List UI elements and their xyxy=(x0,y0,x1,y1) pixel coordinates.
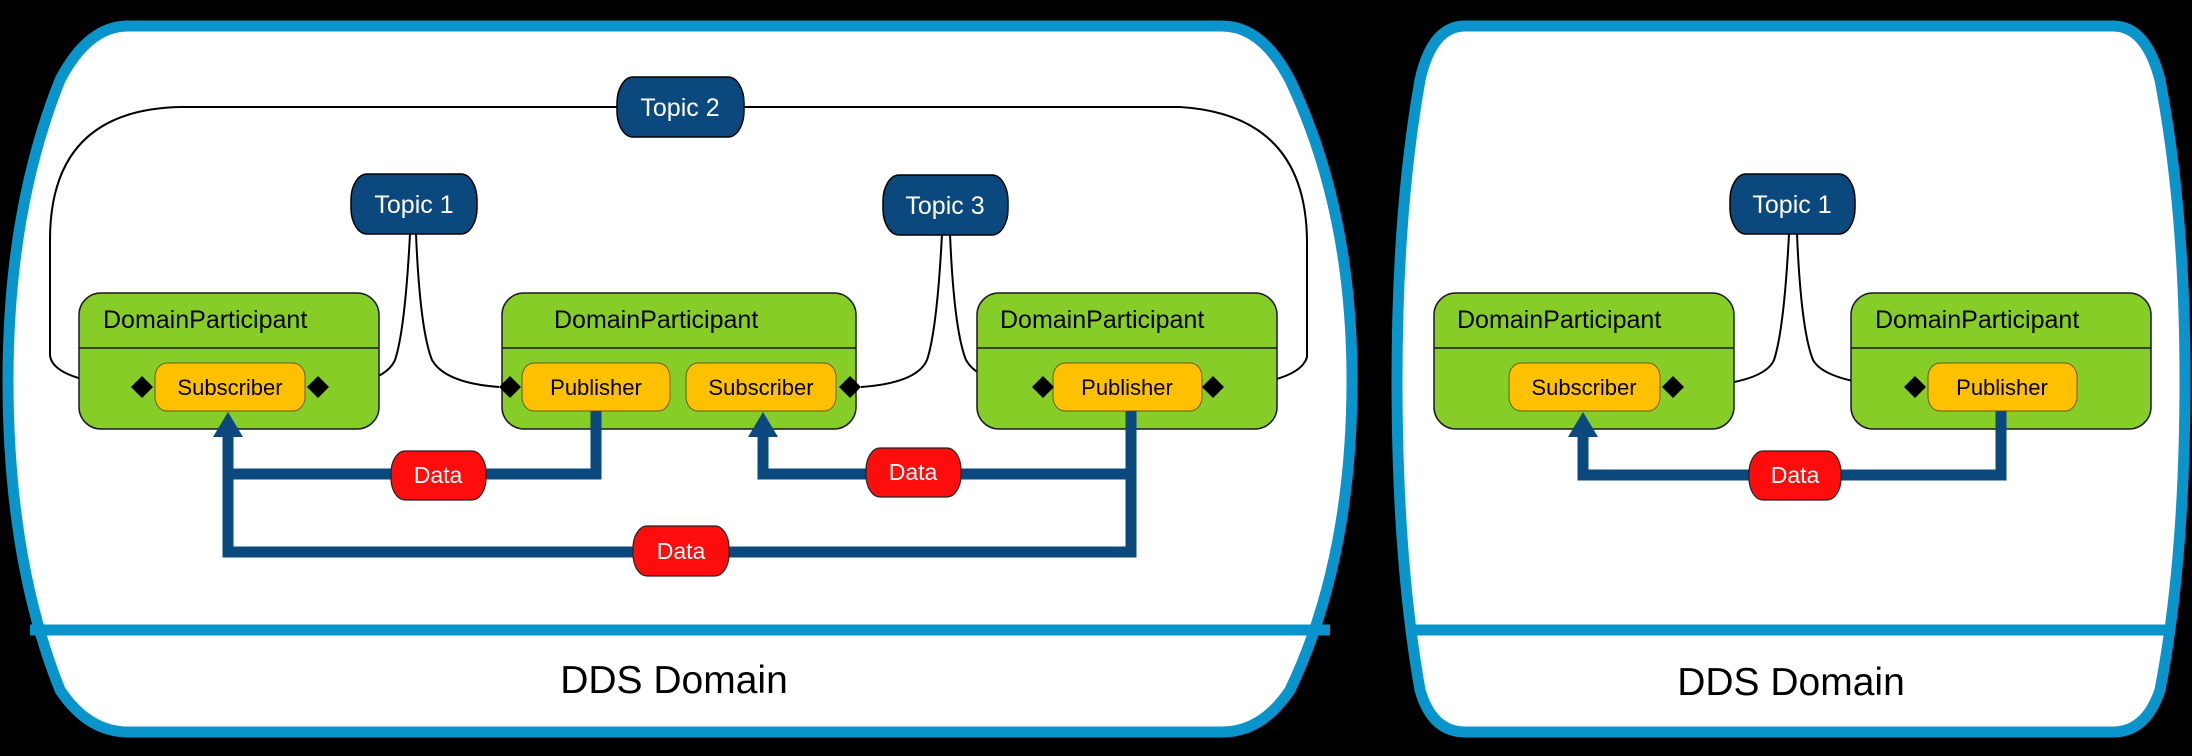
topic-2[interactable]: Topic 2 xyxy=(616,76,745,138)
subscriber-entity[interactable]: Subscriber xyxy=(685,362,837,412)
entity-label: Subscriber xyxy=(1531,375,1636,400)
subscriber-entity[interactable]: Subscriber xyxy=(154,362,306,412)
participant-title: DomainParticipant xyxy=(1457,306,1661,334)
participant-title: DomainParticipant xyxy=(1000,306,1204,334)
entity-label: Publisher xyxy=(550,375,642,400)
domain-participant-1[interactable]: DomainParticipant Subscriber xyxy=(1433,292,1735,430)
data-sample-2[interactable]: Data xyxy=(865,447,962,498)
entity-label: Publisher xyxy=(1956,375,2048,400)
domain-label: DDS Domain xyxy=(1677,661,1905,704)
data-label: Data xyxy=(889,459,938,485)
domain-participant-3[interactable]: DomainParticipant Publisher xyxy=(976,292,1278,430)
topic-1[interactable]: Topic 1 xyxy=(350,173,478,235)
domain-participant-2[interactable]: DomainParticipant Publisher Subscriber xyxy=(501,292,857,430)
entity-label: Publisher xyxy=(1081,375,1173,400)
topic-label: Topic 1 xyxy=(374,191,453,219)
publisher-entity[interactable]: Publisher xyxy=(521,362,671,412)
participant-title: DomainParticipant xyxy=(103,306,307,334)
domain-participant-1[interactable]: DomainParticipant Subscriber xyxy=(78,292,380,430)
dds-domain-left: DDS Domain Topic 2 Topic 1 Topic 3 Domai… xyxy=(2,20,1358,738)
data-label: Data xyxy=(414,462,463,488)
participant-title: DomainParticipant xyxy=(554,306,758,334)
publisher-entity[interactable]: Publisher xyxy=(1927,362,2078,412)
topic-3[interactable]: Topic 3 xyxy=(882,174,1009,236)
data-label: Data xyxy=(657,538,706,564)
topic-label: Topic 2 xyxy=(640,94,719,122)
topic-1[interactable]: Topic 1 xyxy=(1729,173,1856,235)
entity-label: Subscriber xyxy=(177,375,282,400)
topic-label: Topic 3 xyxy=(905,192,984,220)
data-sample-1[interactable]: Data xyxy=(1748,450,1842,501)
data-sample-1[interactable]: Data xyxy=(390,450,487,501)
entity-label: Subscriber xyxy=(708,375,813,400)
subscriber-entity[interactable]: Subscriber xyxy=(1508,362,1661,412)
domain-participant-2[interactable]: DomainParticipant Publisher xyxy=(1850,292,2152,430)
publisher-entity[interactable]: Publisher xyxy=(1052,362,1203,412)
data-label: Data xyxy=(1771,462,1820,488)
dds-domain-right: DDS Domain Topic 1 DomainParticipant Sub… xyxy=(1391,20,2191,738)
participant-title: DomainParticipant xyxy=(1875,306,2079,334)
domain-label: DDS Domain xyxy=(560,659,788,702)
topic-label: Topic 1 xyxy=(1752,191,1831,219)
data-sample-3[interactable]: Data xyxy=(632,525,730,577)
dds-diagram: DDS Domain Topic 2 Topic 1 Topic 3 Domai… xyxy=(2,20,2191,738)
